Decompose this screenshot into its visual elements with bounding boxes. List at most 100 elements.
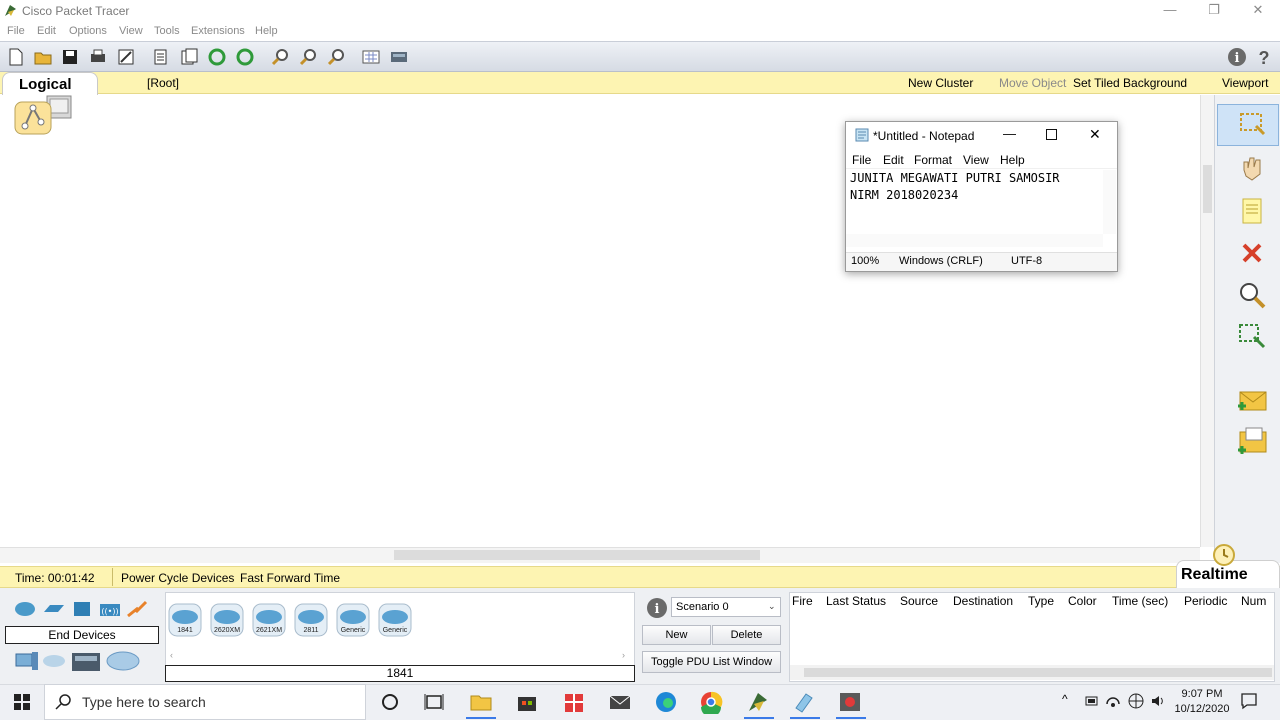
packet-tracer-taskbar-icon[interactable] bbox=[746, 690, 770, 714]
notification-center-icon[interactable] bbox=[1240, 692, 1258, 710]
zoom-out-icon[interactable] bbox=[326, 47, 346, 67]
network-devices-icon[interactable] bbox=[14, 600, 36, 618]
media-app-icon[interactable] bbox=[838, 690, 862, 714]
edge-browser-icon[interactable] bbox=[654, 690, 678, 714]
wan-emulation-icon[interactable] bbox=[42, 652, 66, 670]
zoom-reset-icon[interactable] bbox=[298, 47, 318, 67]
new-scenario-button[interactable]: New bbox=[642, 625, 711, 645]
close-button[interactable]: ✕ bbox=[1236, 0, 1280, 22]
horizontal-scroll-thumb[interactable] bbox=[394, 550, 760, 560]
print-icon[interactable] bbox=[88, 47, 108, 67]
viewport-button[interactable]: Viewport bbox=[1222, 76, 1268, 90]
network-icon[interactable] bbox=[1105, 694, 1121, 708]
windows-start-icon[interactable] bbox=[13, 693, 31, 711]
pdu-col-color[interactable]: Color bbox=[1068, 594, 1097, 608]
microsoft-store-icon[interactable] bbox=[515, 690, 539, 714]
root-breadcrumb[interactable]: [Root] bbox=[147, 76, 179, 90]
pdu-col-source[interactable]: Source bbox=[900, 594, 938, 608]
scroll-left-icon[interactable]: ‹ bbox=[170, 650, 173, 660]
notepad-minimize-icon[interactable]: — bbox=[1003, 126, 1016, 141]
paste-icon[interactable] bbox=[179, 47, 199, 67]
notepad-close-icon[interactable]: ✕ bbox=[1089, 126, 1101, 143]
palette-icon[interactable] bbox=[361, 47, 381, 67]
help-icon[interactable]: ? bbox=[1254, 47, 1274, 67]
pdu-col-time[interactable]: Time (sec) bbox=[1112, 594, 1168, 608]
menu-edit[interactable]: Edit bbox=[37, 25, 56, 37]
delete-tool-icon[interactable] bbox=[1236, 237, 1268, 269]
chrome-browser-icon[interactable] bbox=[699, 690, 723, 714]
resize-shape-icon[interactable] bbox=[1236, 321, 1268, 353]
notepad-menu-view[interactable]: View bbox=[963, 153, 989, 167]
move-object-button[interactable]: Move Object bbox=[999, 76, 1066, 90]
volume-icon[interactable] bbox=[1150, 694, 1166, 708]
minimize-button[interactable]: — bbox=[1148, 0, 1192, 22]
new-cluster-button[interactable]: New Cluster bbox=[908, 76, 973, 90]
power-cycle-devices-button[interactable]: Power Cycle Devices bbox=[121, 571, 234, 585]
battery-icon[interactable] bbox=[1085, 695, 1099, 707]
info-icon[interactable]: i bbox=[1227, 47, 1247, 67]
notepad-maximize-icon[interactable] bbox=[1046, 129, 1057, 140]
pdu-col-type[interactable]: Type bbox=[1028, 594, 1054, 608]
mail-icon[interactable] bbox=[608, 690, 632, 714]
multiuser-connection-icon[interactable] bbox=[106, 650, 140, 672]
show-hidden-icons-icon[interactable]: ^ bbox=[1062, 692, 1068, 706]
new-file-icon[interactable] bbox=[6, 47, 26, 67]
navigation-cluster-icon[interactable] bbox=[13, 94, 75, 136]
wireless-devices-icon[interactable]: ((•)) bbox=[98, 600, 122, 618]
add-complex-pdu-icon[interactable] bbox=[1236, 426, 1268, 458]
activity-wizard-icon[interactable] bbox=[116, 47, 136, 67]
delete-scenario-button[interactable]: Delete bbox=[712, 625, 781, 645]
notepad-vertical-scrollbar[interactable] bbox=[1103, 170, 1116, 234]
pdu-col-num[interactable]: Num bbox=[1241, 594, 1266, 608]
file-explorer-icon[interactable] bbox=[469, 690, 493, 714]
scenario-select[interactable]: Scenario 0 ⌄ bbox=[671, 597, 781, 617]
switches-icon[interactable] bbox=[42, 600, 66, 618]
note-tool-icon[interactable] bbox=[1236, 195, 1268, 227]
menu-extensions[interactable]: Extensions bbox=[191, 25, 245, 37]
notepad-taskbar-icon[interactable] bbox=[792, 690, 816, 714]
notepad-menu-edit[interactable]: Edit bbox=[883, 153, 904, 167]
hand-tool-icon[interactable] bbox=[1236, 152, 1268, 184]
notepad-horizontal-scrollbar[interactable] bbox=[846, 234, 1103, 247]
pdu-scroll-thumb[interactable] bbox=[804, 668, 1272, 677]
pdu-col-last-status[interactable]: Last Status bbox=[826, 594, 886, 608]
notepad-menu-help[interactable]: Help bbox=[1000, 153, 1025, 167]
zoom-in-icon[interactable] bbox=[270, 47, 290, 67]
taskbar-clock[interactable]: 9:07 PM 10/12/2020 bbox=[1172, 687, 1232, 717]
custom-made-devices-icon[interactable] bbox=[70, 649, 102, 675]
custom-device-icon[interactable] bbox=[389, 47, 409, 67]
open-folder-icon[interactable] bbox=[33, 47, 53, 67]
menu-file[interactable]: File bbox=[7, 25, 25, 37]
task-view-icon[interactable] bbox=[422, 690, 446, 714]
end-devices-icon[interactable] bbox=[14, 650, 40, 674]
language-globe-icon[interactable] bbox=[1128, 693, 1144, 709]
fast-forward-time-button[interactable]: Fast Forward Time bbox=[240, 571, 340, 585]
hubs-icon[interactable] bbox=[72, 600, 92, 618]
pdu-col-periodic[interactable]: Periodic bbox=[1184, 594, 1227, 608]
vertical-scroll-thumb[interactable] bbox=[1203, 165, 1212, 213]
gift-app-icon[interactable] bbox=[562, 690, 586, 714]
pdu-col-fire[interactable]: Fire bbox=[792, 594, 813, 608]
set-tiled-background-button[interactable]: Set Tiled Background bbox=[1073, 76, 1187, 90]
add-simple-pdu-icon[interactable] bbox=[1236, 384, 1268, 416]
redo-icon[interactable] bbox=[235, 47, 255, 67]
save-icon[interactable] bbox=[60, 47, 80, 67]
cortana-icon[interactable] bbox=[378, 690, 402, 714]
menu-options[interactable]: Options bbox=[69, 25, 107, 37]
connections-icon[interactable] bbox=[126, 600, 148, 618]
notepad-menu-file[interactable]: File bbox=[852, 153, 871, 167]
pdu-col-destination[interactable]: Destination bbox=[953, 594, 1013, 608]
copy-icon[interactable] bbox=[151, 47, 171, 67]
notepad-text-area[interactable]: JUNITA MEGAWATI PUTRI SAMOSIR NIRM 201802… bbox=[850, 170, 1060, 204]
workspace-vertical-scrollbar[interactable] bbox=[1200, 95, 1214, 547]
select-tool-icon[interactable] bbox=[1236, 108, 1268, 140]
toggle-pdu-list-button[interactable]: Toggle PDU List Window bbox=[642, 651, 781, 673]
inspect-tool-icon[interactable] bbox=[1236, 279, 1268, 311]
undo-icon[interactable] bbox=[207, 47, 227, 67]
scenario-info-icon[interactable]: i bbox=[646, 597, 668, 619]
scroll-right-icon[interactable]: › bbox=[622, 650, 625, 660]
notepad-menu-format[interactable]: Format bbox=[914, 153, 952, 167]
menu-tools[interactable]: Tools bbox=[154, 25, 180, 37]
maximize-button[interactable]: ❐ bbox=[1192, 0, 1236, 22]
menu-help[interactable]: Help bbox=[255, 25, 278, 37]
